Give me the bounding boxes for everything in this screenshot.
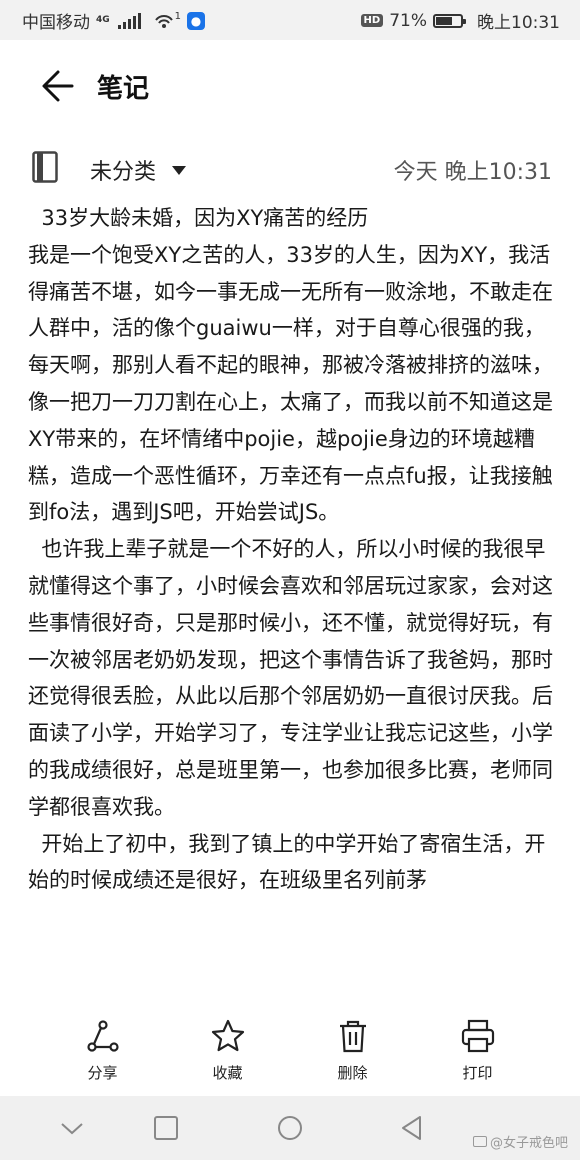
category-label: 未分类 [90,160,157,185]
arrow-left-icon [42,70,74,102]
delete-button[interactable]: 删除 [290,1000,415,1096]
hd-badge: HD [360,14,384,27]
watermark: @女子戒色吧 [472,1132,568,1151]
clock: 晚上10:31 [477,13,560,33]
notes-app-screen: 中国移动 4G 1 ● HD 71% 晚上10:31 笔记 未分类 今天 晚上1… [0,0,580,1160]
caret-down-icon [172,165,187,175]
print-button[interactable]: 打印 [415,1000,540,1096]
note-paragraph-4: 开始上了初中，我到了镇上的中学开始了寄宿生活，开始的时候成绩还是很好，在班级里名… [28,831,546,893]
battery-icon [433,13,466,28]
watermark-text: @女子戒色吧 [489,1136,568,1151]
print-label: 打印 [462,1064,493,1082]
battery-percent: 71% [389,10,427,31]
favorite-button[interactable]: 收藏 [165,1000,290,1096]
trash-icon [339,1020,366,1053]
star-icon [211,1019,244,1052]
status-right: HD 71% 晚上10:31 [360,8,560,33]
status-left: 中国移动 4G 1 ● [22,8,206,33]
share-button[interactable]: 分享 [40,1000,165,1096]
delete-label: 删除 [337,1064,368,1082]
back-button[interactable] [38,66,78,106]
system-nav-bar: @女子戒色吧 [0,1096,580,1160]
printer-icon [461,1019,494,1053]
hotspot-count: 1 [174,11,182,22]
carrier-name: 中国移动 [22,13,90,33]
note-paragraph-2: 我是一个饱受XY之苦的人，33岁的人生，因为XY，我活得痛苦不堪，如今一事无成一… [28,242,553,525]
chevron-down-icon[interactable] [58,1114,86,1142]
app-header: 笔记 [0,40,580,132]
bottom-toolbar: 分享 收藏 删除 打印 [0,1000,580,1096]
share-icon [86,1020,119,1052]
note-paragraph-3: 也许我上辈子就是一个不好的人，所以小时候的我很早就懂得这个事了，小时候会喜欢和邻… [28,537,553,819]
share-label: 分享 [87,1064,118,1082]
back-triangle-icon[interactable] [398,1114,426,1142]
note-meta-row: 未分类 今天 晚上10:31 [0,146,580,190]
image-icon [472,1136,487,1147]
home-circle-icon[interactable] [276,1114,304,1142]
note-paragraph-1: 33岁大龄未婚，因为XY痛苦的经历 [28,206,369,230]
note-timestamp: 今天 晚上10:31 [393,160,552,185]
battery-fill [436,16,452,25]
note-content[interactable]: 33岁大龄未婚，因为XY痛苦的经历 我是一个饱受XY之苦的人，33岁的人生，因为… [28,200,558,1020]
favorite-label: 收藏 [212,1064,243,1082]
recents-square-icon[interactable] [152,1114,180,1142]
lightbulb-notification-icon: ● [187,11,206,30]
signal-icon [117,12,141,29]
hotspot-icon [154,14,173,28]
category-dropdown[interactable]: 未分类 [90,154,187,186]
status-bar: 中国移动 4G 1 ● HD 71% 晚上10:31 [0,0,580,40]
page-title: 笔记 [97,74,150,104]
network-type: 4G [96,15,110,25]
notebook-icon [32,151,58,183]
